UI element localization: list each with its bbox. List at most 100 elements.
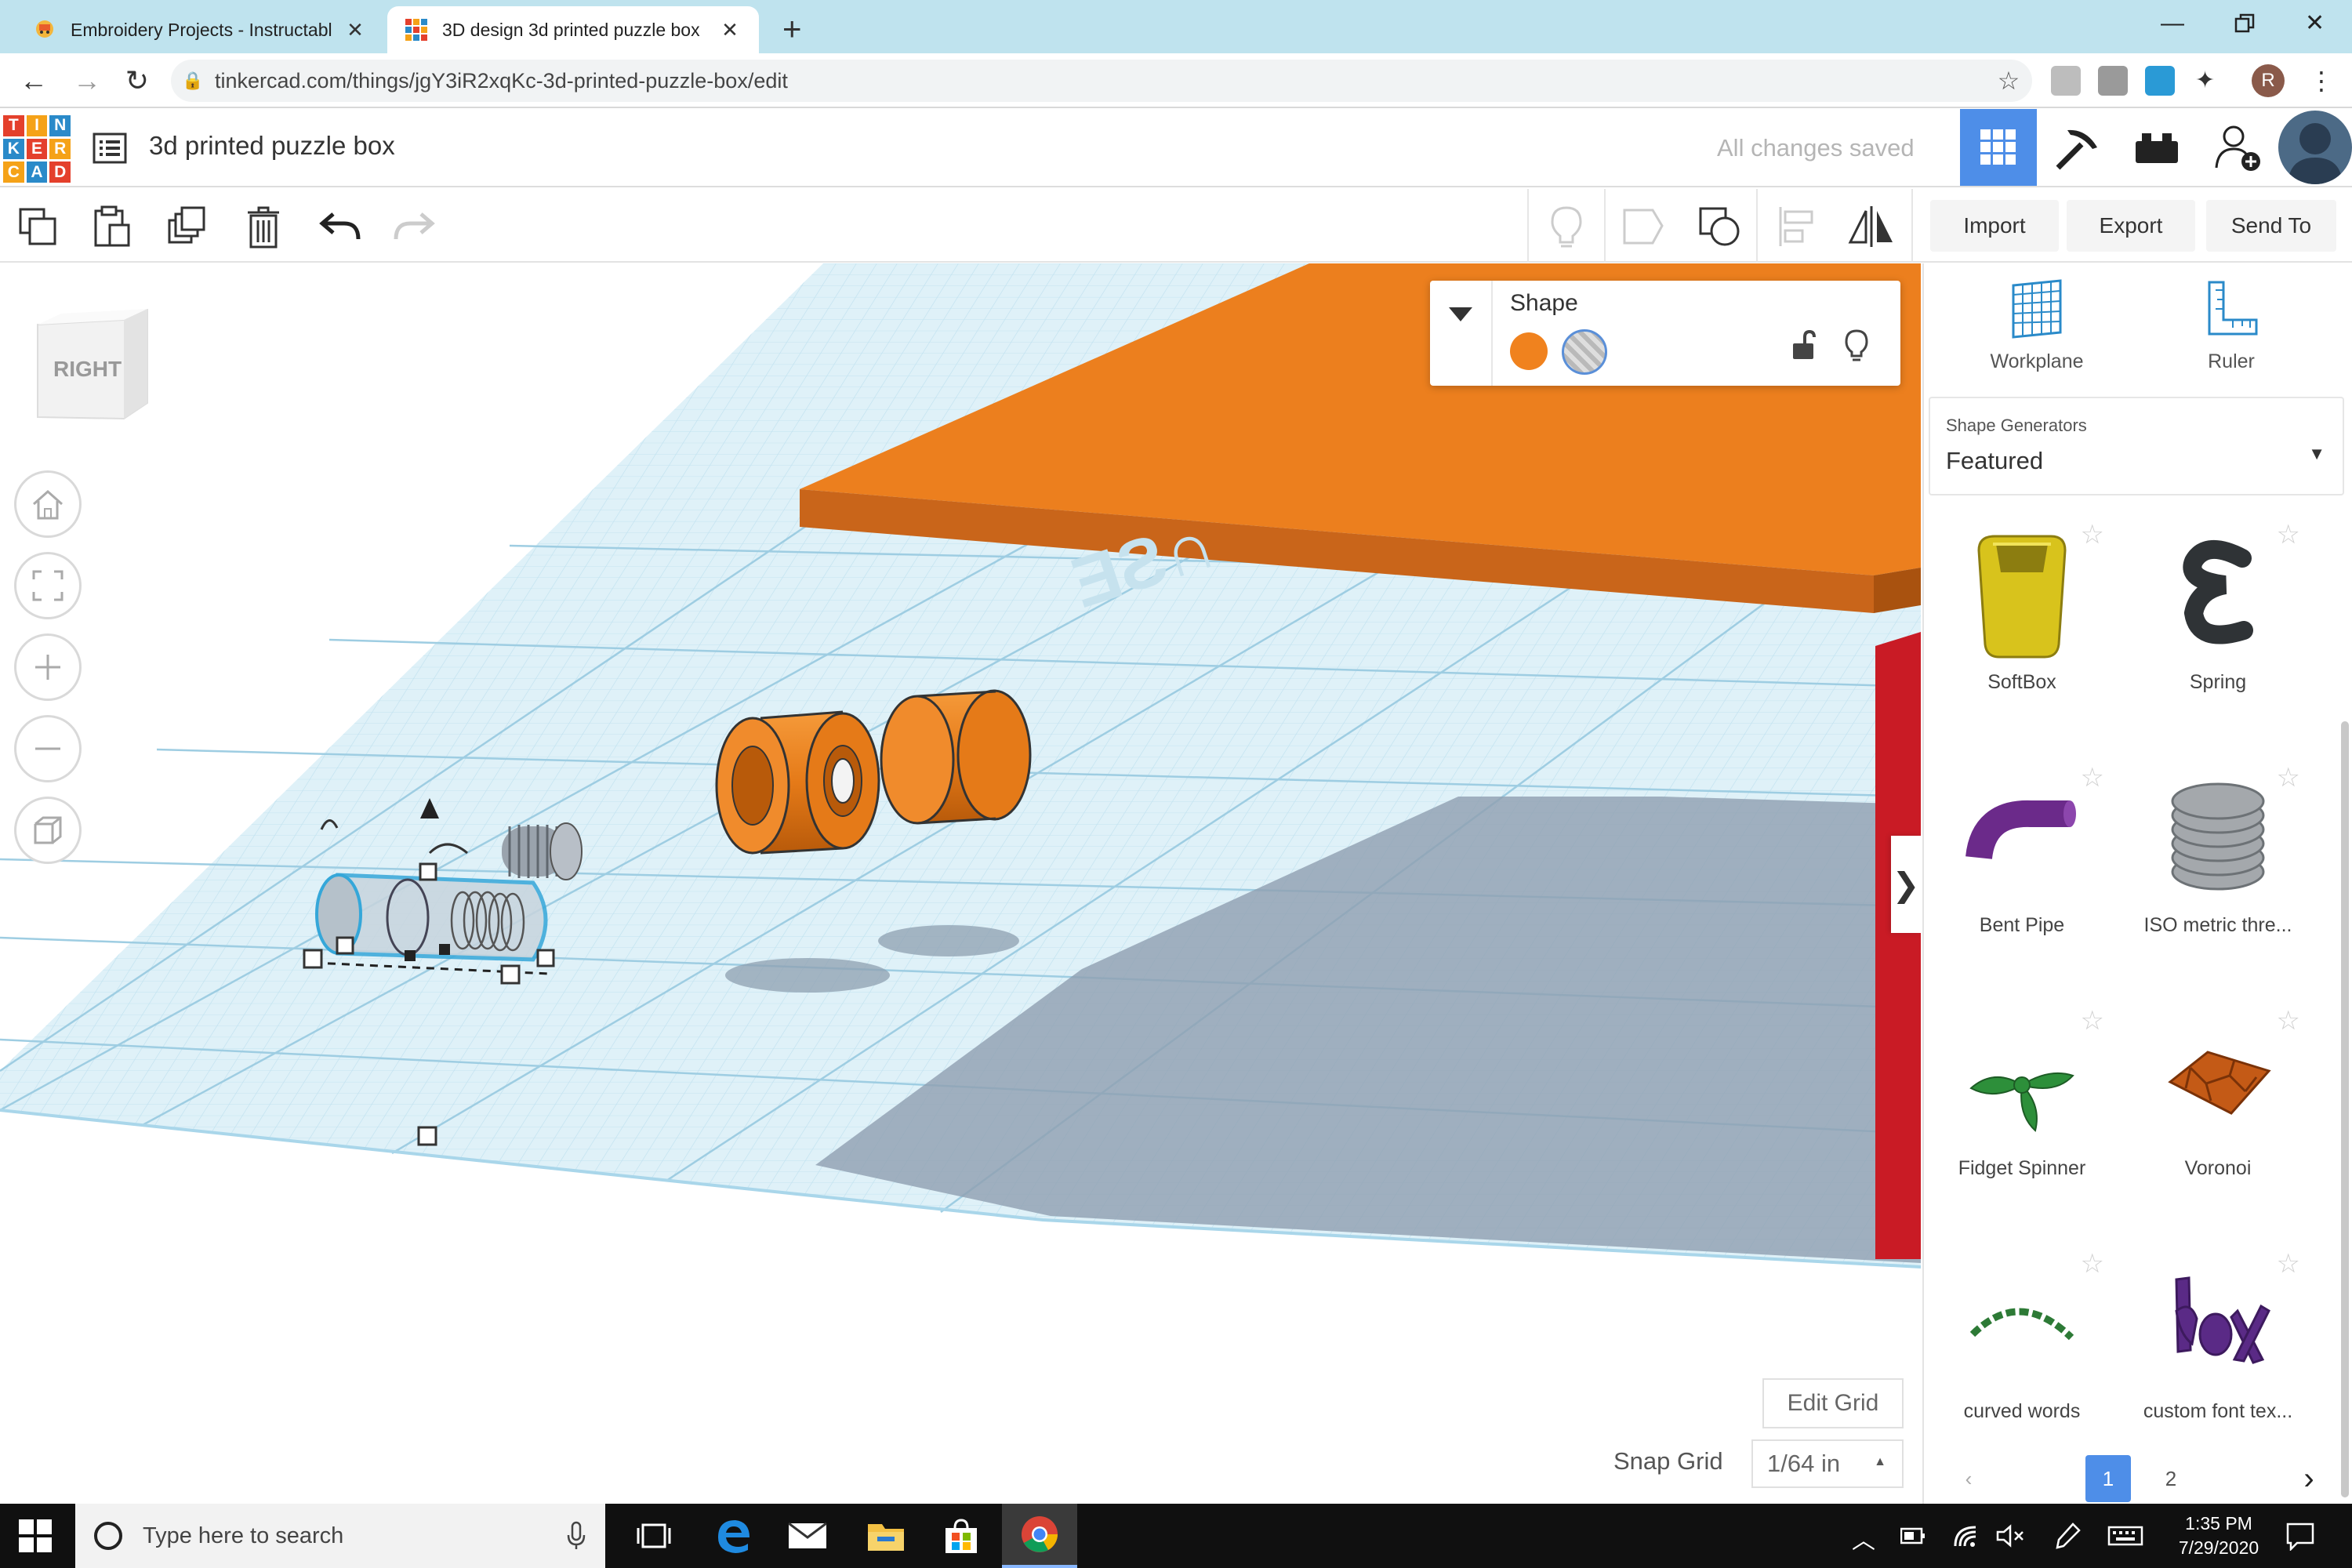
store-app-button[interactable] <box>924 1504 999 1568</box>
bricks-view-button[interactable] <box>2118 109 2195 186</box>
windows-start-icon[interactable] <box>16 1516 55 1555</box>
browser-menu-icon[interactable]: ⋮ <box>2307 66 2336 96</box>
next-page-button[interactable]: › <box>2286 1455 2332 1502</box>
tinkercad-logo[interactable]: T I N K E R C A D <box>3 115 71 183</box>
hole-swatch[interactable] <box>1562 329 1607 375</box>
home-view-button[interactable] <box>14 470 82 538</box>
edit-grid-button[interactable]: Edit Grid <box>1762 1378 1904 1428</box>
battery-icon[interactable] <box>1900 1527 1926 1544</box>
close-window-icon[interactable]: ✕ <box>2305 6 2325 41</box>
edge-app-button[interactable] <box>695 1504 770 1568</box>
page-2-button[interactable]: 2 <box>2148 1455 2194 1502</box>
back-icon[interactable]: ← <box>14 61 53 100</box>
lightbulb-icon[interactable] <box>1844 329 1869 362</box>
previous-page-button[interactable]: ‹ <box>1946 1455 1991 1502</box>
wifi-icon[interactable] <box>1952 1523 1979 1549</box>
page-1-button[interactable]: 1 <box>2085 1455 2131 1502</box>
notifications-icon[interactable] <box>2285 1521 2316 1551</box>
tab-instructables[interactable]: Embroidery Projects - Instructabl ✕ <box>16 6 384 53</box>
ortho-view-button[interactable] <box>14 797 82 864</box>
view-cube[interactable]: RIGHT <box>30 309 155 426</box>
collapse-panel-button[interactable]: ❯ <box>1891 836 1921 933</box>
threaded-bolt[interactable] <box>502 822 583 880</box>
panel-scrollbar[interactable] <box>2341 721 2349 1497</box>
file-explorer-button[interactable] <box>848 1504 924 1568</box>
pen-workspace-icon[interactable] <box>2053 1521 2081 1551</box>
ruler-tool[interactable]: Ruler <box>2153 279 2310 373</box>
zoom-out-button[interactable] <box>14 715 82 782</box>
favorite-star-icon[interactable]: ☆ <box>2277 519 2300 550</box>
shape-softbox[interactable]: ☆ SoftBox <box>1924 520 2120 762</box>
send-to-button[interactable]: Send To <box>2206 200 2336 252</box>
profile-avatar[interactable]: R <box>2252 64 2285 97</box>
blocks-view-button[interactable] <box>2038 109 2115 186</box>
extension-icon[interactable] <box>2051 66 2081 96</box>
unlock-icon[interactable] <box>1791 329 1817 361</box>
task-view-button[interactable] <box>616 1504 691 1568</box>
collapse-inspector-button[interactable] <box>1430 281 1493 386</box>
restore-icon[interactable] <box>2234 13 2256 34</box>
3d-view-button[interactable] <box>1960 109 2037 186</box>
bookmark-star-icon[interactable]: ☆ <box>1985 66 2032 96</box>
favorite-star-icon[interactable]: ☆ <box>2081 1005 2104 1036</box>
group-button[interactable] <box>1620 203 1667 250</box>
tab-close-icon[interactable]: ✕ <box>718 18 742 42</box>
import-button[interactable]: Import <box>1930 200 2059 252</box>
snap-grid-select[interactable]: 1/64 in ▲ <box>1751 1439 1904 1488</box>
favorite-star-icon[interactable]: ☆ <box>2277 1248 2300 1279</box>
favorite-star-icon[interactable]: ☆ <box>2081 519 2104 550</box>
shape-spring[interactable]: ☆ Spring <box>2120 520 2316 762</box>
workplane-tool[interactable]: Workplane <box>1958 279 2115 373</box>
orange-cylinder[interactable] <box>880 689 1032 825</box>
taskbar-search-input[interactable]: Type here to search <box>75 1504 605 1568</box>
3d-scene[interactable]: ƎƧ∩ <box>0 263 1921 1504</box>
orange-cylinder-with-hole[interactable] <box>715 710 880 855</box>
favorite-star-icon[interactable]: ☆ <box>2081 762 2104 793</box>
duplicate-button[interactable] <box>165 203 212 250</box>
redo-button[interactable] <box>390 203 437 250</box>
mail-app-button[interactable] <box>770 1504 845 1568</box>
new-tab-button[interactable]: + <box>782 9 802 49</box>
delete-button[interactable] <box>240 203 287 250</box>
align-button[interactable] <box>1773 203 1820 250</box>
user-avatar[interactable] <box>2278 111 2352 184</box>
microphone-icon[interactable] <box>566 1521 586 1551</box>
show-all-button[interactable] <box>1543 203 1590 250</box>
fit-view-button[interactable] <box>14 552 82 619</box>
reload-icon[interactable]: ↻ <box>118 61 157 100</box>
shape-iso-metric-thread[interactable]: ☆ ISO metric thre... <box>2120 763 2316 1005</box>
favorite-star-icon[interactable]: ☆ <box>2081 1248 2104 1279</box>
favorite-star-icon[interactable]: ☆ <box>2277 762 2300 793</box>
forward-icon[interactable]: → <box>67 61 107 100</box>
url-bar[interactable]: 🔒 tinkercad.com/things/jgY3iR2xqKc-3d-pr… <box>171 60 2032 102</box>
invite-user-button[interactable] <box>2200 109 2277 186</box>
ungroup-button[interactable] <box>1697 203 1744 250</box>
chrome-app-button[interactable] <box>1002 1504 1077 1568</box>
touch-keyboard-icon[interactable] <box>2107 1526 2143 1546</box>
shape-fidget-spinner[interactable]: ☆ Fidget Spinner <box>1924 1006 2120 1248</box>
tab-close-icon[interactable]: ✕ <box>343 18 367 42</box>
zoom-in-button[interactable] <box>14 633 82 701</box>
shape-voronoi[interactable]: ☆ Voronoi <box>2120 1006 2316 1248</box>
copy-button[interactable] <box>14 203 61 250</box>
paste-button[interactable] <box>88 203 135 250</box>
shape-bent-pipe[interactable]: ☆ Bent Pipe <box>1924 763 2120 1005</box>
3d-workspace[interactable]: ƎƧ∩ RIGHT Shape Edit Grid Snap Grid 1/64… <box>0 263 1921 1504</box>
solid-color-swatch[interactable] <box>1510 332 1548 370</box>
minimize-icon[interactable]: — <box>2161 6 2184 41</box>
tab-tinkercad[interactable]: 3D design 3d printed puzzle box ✕ <box>387 6 759 53</box>
favorite-star-icon[interactable]: ☆ <box>2277 1005 2300 1036</box>
undo-button[interactable] <box>317 203 364 250</box>
extension-icon[interactable] <box>2098 66 2128 96</box>
extension-icon[interactable] <box>2145 66 2175 96</box>
show-hidden-icons[interactable]: ︿ <box>1852 1521 1875 1555</box>
mirror-button[interactable] <box>1847 203 1894 250</box>
volume-muted-icon[interactable] <box>1996 1524 2024 1548</box>
design-title[interactable]: 3d printed puzzle box <box>149 131 395 161</box>
system-clock[interactable]: 1:35 PM 7/29/2020 <box>2156 1512 2281 1560</box>
puzzle-extensions-icon[interactable]: ✦ <box>2195 66 2225 96</box>
export-button[interactable]: Export <box>2067 200 2195 252</box>
red-box-wall[interactable] <box>1875 632 1921 1259</box>
shape-generators-dropdown[interactable]: Shape Generators Featured ▼ <box>1929 397 2344 495</box>
design-list-icon[interactable] <box>93 131 127 165</box>
